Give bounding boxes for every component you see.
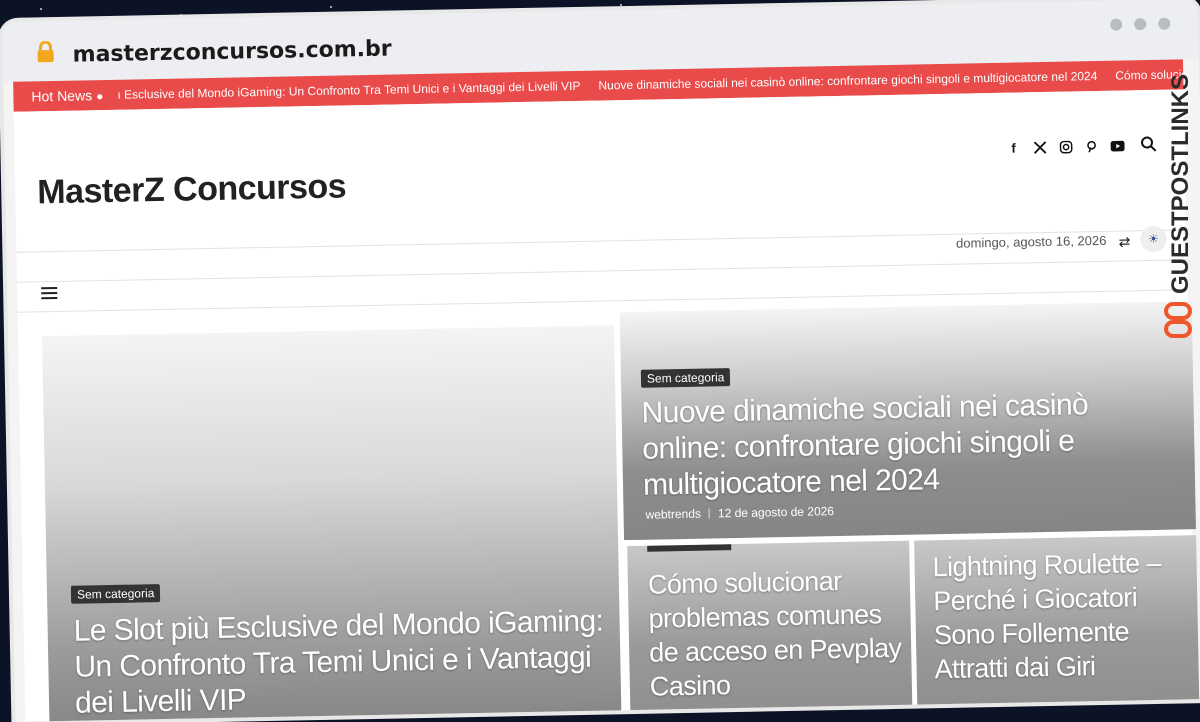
post-title[interactable]: Nuove dinamiche sociali nei casinò onlin… xyxy=(641,386,1163,504)
youtube-icon[interactable] xyxy=(1110,138,1125,152)
current-date: domingo, agosto 16, 2026 xyxy=(955,232,1107,251)
search-icon[interactable] xyxy=(1140,136,1157,152)
post-title[interactable]: Le Slot più Esclusive del Mondo iGaming:… xyxy=(73,603,615,721)
website-content: MasterZ Concursos f domingo, agosto 16, … xyxy=(13,89,1200,722)
lock-icon xyxy=(37,40,54,63)
category-badge[interactable]: Sem categoria xyxy=(640,368,731,388)
post-author[interactable]: webtrends xyxy=(645,507,701,522)
featured-post-card[interactable]: Sem categoria Le Slot più Esclusive del … xyxy=(42,325,622,722)
post-meta: webtrends 12 de agosto de 2026 xyxy=(645,504,834,522)
hot-news-text: Hot News xyxy=(31,87,93,105)
window-controls xyxy=(1110,17,1171,31)
category-badge[interactable] xyxy=(647,544,732,552)
post-title[interactable]: Cómo solucionar problemas comunes de acc… xyxy=(648,563,909,704)
x-twitter-icon[interactable] xyxy=(1032,140,1046,154)
watermark-text: GUESTPOSTLINKS xyxy=(1167,74,1194,294)
menu-icon[interactable] xyxy=(41,286,58,300)
window-dot-icon[interactable] xyxy=(1110,18,1123,31)
url-text[interactable]: masterzconcursos.com.br xyxy=(72,37,391,68)
shuffle-icon[interactable]: ⇄ xyxy=(1119,233,1131,250)
site-logo[interactable]: MasterZ Concursos xyxy=(37,167,347,212)
instagram-icon[interactable] xyxy=(1058,139,1072,153)
browser-window: masterzconcursos.com.br Hot News ● ı Escl… xyxy=(2,0,1200,722)
post-title[interactable]: Lightning Roulette – Perché i Giocatori … xyxy=(932,545,1197,686)
guestpostlinks-watermark: GUESTPOSTLINKS xyxy=(1164,74,1194,338)
ticker-item[interactable]: Nuove dinamiche sociali nei casinò onlin… xyxy=(598,69,1097,93)
post-date: 12 de agosto de 2026 xyxy=(717,504,835,521)
secondary-post-card[interactable]: Sem categoria Nuove dinamiche sociali ne… xyxy=(619,301,1196,541)
ticker-item[interactable]: ı Esclusive del Mondo iGaming: Un Confro… xyxy=(117,79,580,102)
link-icon xyxy=(1164,302,1192,338)
hot-news-label: Hot News ● xyxy=(31,87,103,104)
meta-separator xyxy=(708,508,711,519)
window-dot-icon[interactable] xyxy=(1134,18,1147,31)
facebook-icon[interactable]: f xyxy=(1006,140,1020,155)
small-post-card[interactable]: Cómo solucionar problemas comunes de acc… xyxy=(627,540,913,722)
small-post-card[interactable]: Lightning Roulette – Perché i Giocatori … xyxy=(914,535,1200,722)
pinterest-icon[interactable] xyxy=(1084,139,1098,153)
topbar-divider xyxy=(16,259,1187,283)
category-badge[interactable]: Sem categoria xyxy=(70,584,161,604)
window-dot-icon[interactable] xyxy=(1158,17,1171,30)
flame-icon: ● xyxy=(95,89,104,104)
social-links: f xyxy=(1006,138,1125,155)
